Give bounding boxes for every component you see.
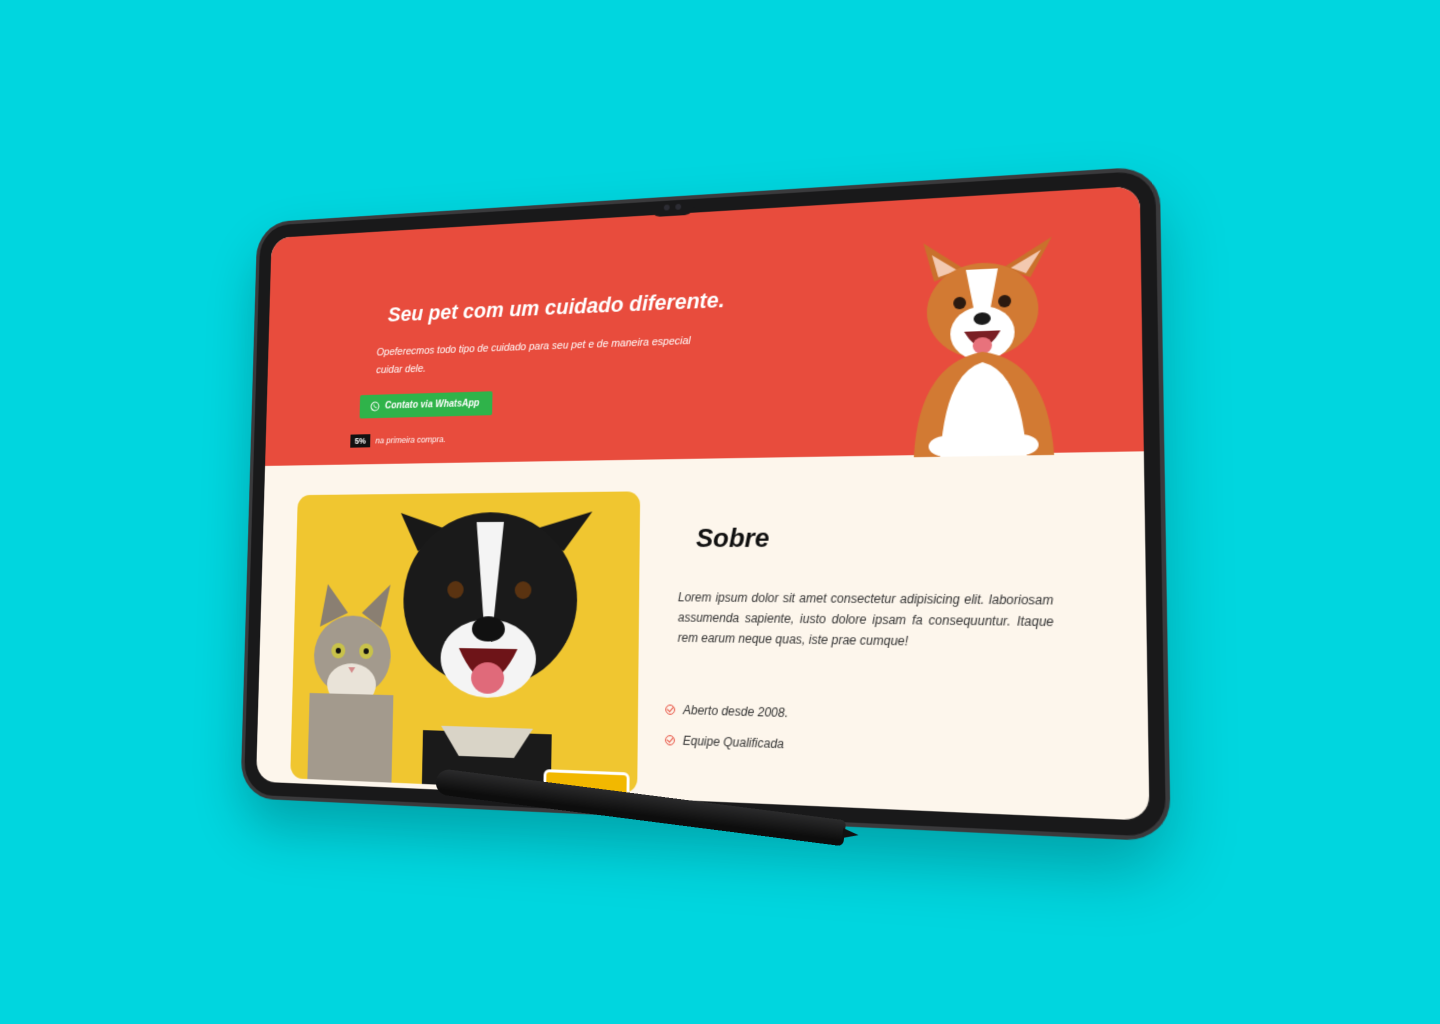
website-screen: Seu pet com um cuidado diferente. Opefer… bbox=[256, 185, 1150, 821]
promo-line: 5% na primeira compra. bbox=[350, 432, 446, 448]
mockup-scene: Seu pet com um cuidado diferente. Opefer… bbox=[0, 0, 1440, 1024]
dog-and-cat-illustration bbox=[307, 511, 593, 790]
tablet-device: Seu pet com um cuidado diferente. Opefer… bbox=[243, 170, 1167, 838]
hero-title: Seu pet com um cuidado diferente. bbox=[387, 287, 725, 327]
hero-description: Opeferecmos todo tipo de cuidado para se… bbox=[376, 335, 691, 377]
feature-item: Aberto desde 2008. bbox=[665, 702, 788, 720]
about-dog-cat-image bbox=[290, 491, 641, 794]
check-circle-icon bbox=[665, 735, 675, 746]
check-circle-icon bbox=[665, 704, 676, 715]
promo-badge: 5% bbox=[350, 434, 371, 448]
feature-label: Equipe Qualificada bbox=[682, 733, 784, 752]
features-list: Aberto desde 2008. Equipe Qualificada bbox=[665, 702, 788, 768]
about-title: Sobre bbox=[695, 522, 770, 554]
whatsapp-contact-label: Contato via WhatsApp bbox=[384, 398, 480, 412]
feature-item: Equipe Qualificada bbox=[665, 733, 788, 752]
about-text: Lorem ipsum dolor sit amet consectetur a… bbox=[677, 590, 1054, 649]
promo-text: na primeira compra. bbox=[375, 434, 446, 446]
hero-section: Seu pet com um cuidado diferente. Opefer… bbox=[265, 185, 1144, 466]
whatsapp-contact-button[interactable]: Contato via WhatsApp bbox=[359, 391, 493, 419]
whatsapp-icon bbox=[370, 401, 380, 412]
corgi-dog-image bbox=[913, 236, 1055, 458]
feature-label: Aberto desde 2008. bbox=[682, 702, 789, 721]
